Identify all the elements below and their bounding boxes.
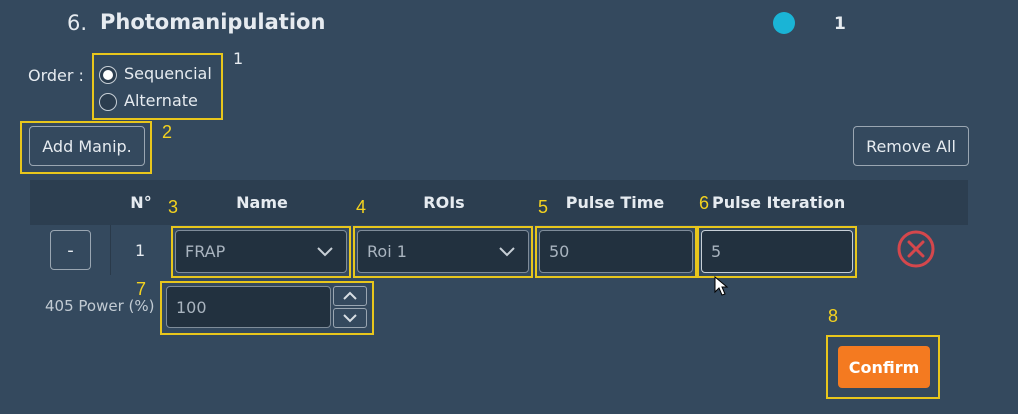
header-name: Name	[236, 193, 288, 212]
stepper-up-button[interactable]	[333, 286, 367, 306]
roi-select-value: Roi 1	[367, 242, 407, 261]
pulse-iteration-input[interactable]: 5	[701, 230, 853, 273]
mouse-cursor-icon	[714, 276, 729, 296]
radio-label: Alternate	[124, 91, 198, 110]
status-dot	[773, 12, 795, 34]
section-number: 6.	[67, 11, 88, 35]
close-circle-icon	[897, 230, 935, 268]
delete-row-icon[interactable]	[896, 229, 936, 269]
annotation-7: 7	[136, 279, 147, 299]
radio-button-off-icon	[99, 93, 117, 111]
count-badge: 1	[834, 14, 846, 34]
annotation-2: 2	[162, 122, 173, 142]
row-divider	[110, 225, 111, 275]
roi-select[interactable]: Roi 1	[357, 230, 529, 273]
row-number: 1	[135, 241, 146, 260]
annotation-8: 8	[828, 306, 839, 326]
add-manip-button[interactable]: Add Manip.	[29, 126, 145, 166]
power-input[interactable]: 100	[166, 286, 331, 328]
order-label: Order :	[28, 66, 84, 85]
chevron-up-icon	[343, 291, 357, 300]
confirm-button[interactable]: Confirm	[838, 346, 930, 388]
radio-sequencial[interactable]: Sequencial	[99, 64, 219, 86]
pulse-time-input[interactable]: 50	[539, 230, 693, 273]
remove-row-button[interactable]: -	[50, 230, 91, 270]
radio-button-on-icon	[99, 66, 117, 84]
remove-all-button[interactable]: Remove All	[853, 126, 969, 166]
annotation-6: 6	[699, 193, 710, 213]
header-n: N°	[130, 193, 152, 212]
header-rois: ROIs	[423, 193, 465, 212]
power-stepper[interactable]	[333, 286, 367, 328]
annotation-1: 1	[233, 49, 244, 68]
radio-alternate[interactable]: Alternate	[99, 91, 219, 113]
header-pulse-iteration: Pulse Iteration	[712, 193, 846, 212]
chevron-down-icon	[343, 314, 357, 323]
name-select-value: FRAP	[185, 242, 226, 261]
radio-label: Sequencial	[124, 64, 212, 83]
chevron-down-icon	[499, 247, 515, 257]
stepper-down-button[interactable]	[333, 308, 367, 328]
page-title: Photomanipulation	[100, 10, 326, 34]
annotation-5: 5	[538, 197, 549, 217]
chevron-down-icon	[317, 247, 333, 257]
header-pulse-time: Pulse Time	[565, 193, 665, 212]
annotation-3: 3	[168, 197, 179, 217]
name-select[interactable]: FRAP	[175, 230, 347, 273]
annotation-4: 4	[356, 197, 367, 217]
